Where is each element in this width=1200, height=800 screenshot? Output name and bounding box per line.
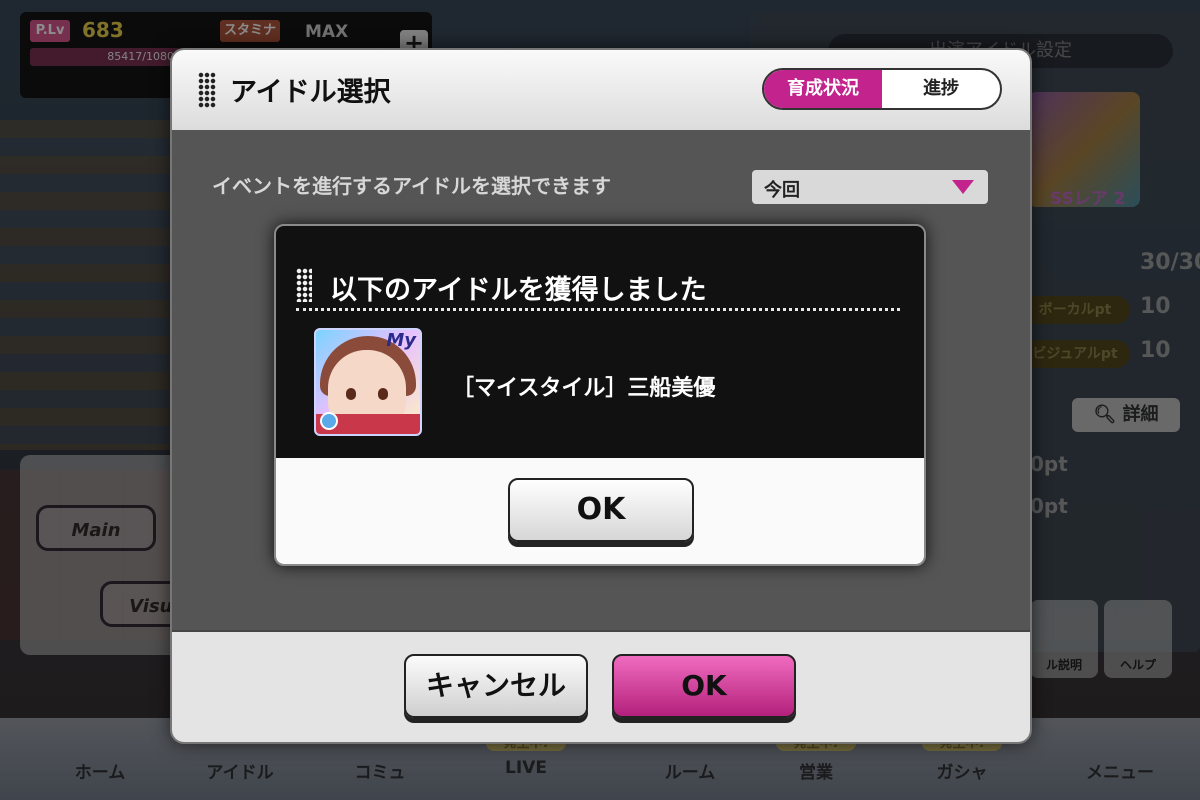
period-dropdown[interactable]: 今回	[750, 168, 990, 206]
idol-eye-left	[346, 388, 356, 400]
title-underline	[296, 308, 900, 311]
my-style-badge: My	[386, 330, 416, 351]
idol-acquired-footer: OK	[276, 458, 924, 564]
gem-icon	[320, 412, 338, 430]
idol-select-title: アイドル選択	[230, 77, 391, 108]
caret-down-icon	[952, 180, 974, 194]
title-dots-icon	[296, 268, 312, 302]
idol-select-header: アイドル選択 育成状況 進捗	[172, 50, 1030, 130]
idol-select-footer: キャンセル OK	[172, 632, 1030, 742]
idol-name: ［マイスタイル］三船美優	[452, 376, 716, 401]
period-dropdown-value: 今回	[764, 180, 800, 201]
cancel-button[interactable]: キャンセル	[404, 654, 588, 718]
acquired-ok-button[interactable]: OK	[508, 478, 694, 542]
idol-acquired-title: 以下のアイドルを獲得しました	[330, 275, 707, 306]
select-ok-button[interactable]: OK	[612, 654, 796, 718]
tab-progress[interactable]: 進捗	[882, 70, 1000, 108]
idol-acquired-dialog: 以下のアイドルを獲得しました My ［マイスタイル］三船美優 OK	[274, 224, 926, 566]
title-dots-icon	[198, 72, 216, 108]
idol-select-tabs: 育成状況 進捗	[762, 68, 1002, 110]
idol-card-thumbnail[interactable]: My	[314, 328, 422, 436]
idol-select-instruction: イベントを進行するアイドルを選択できます	[212, 174, 611, 198]
idol-eye-right	[378, 388, 388, 400]
tab-training-status[interactable]: 育成状況	[764, 70, 882, 108]
